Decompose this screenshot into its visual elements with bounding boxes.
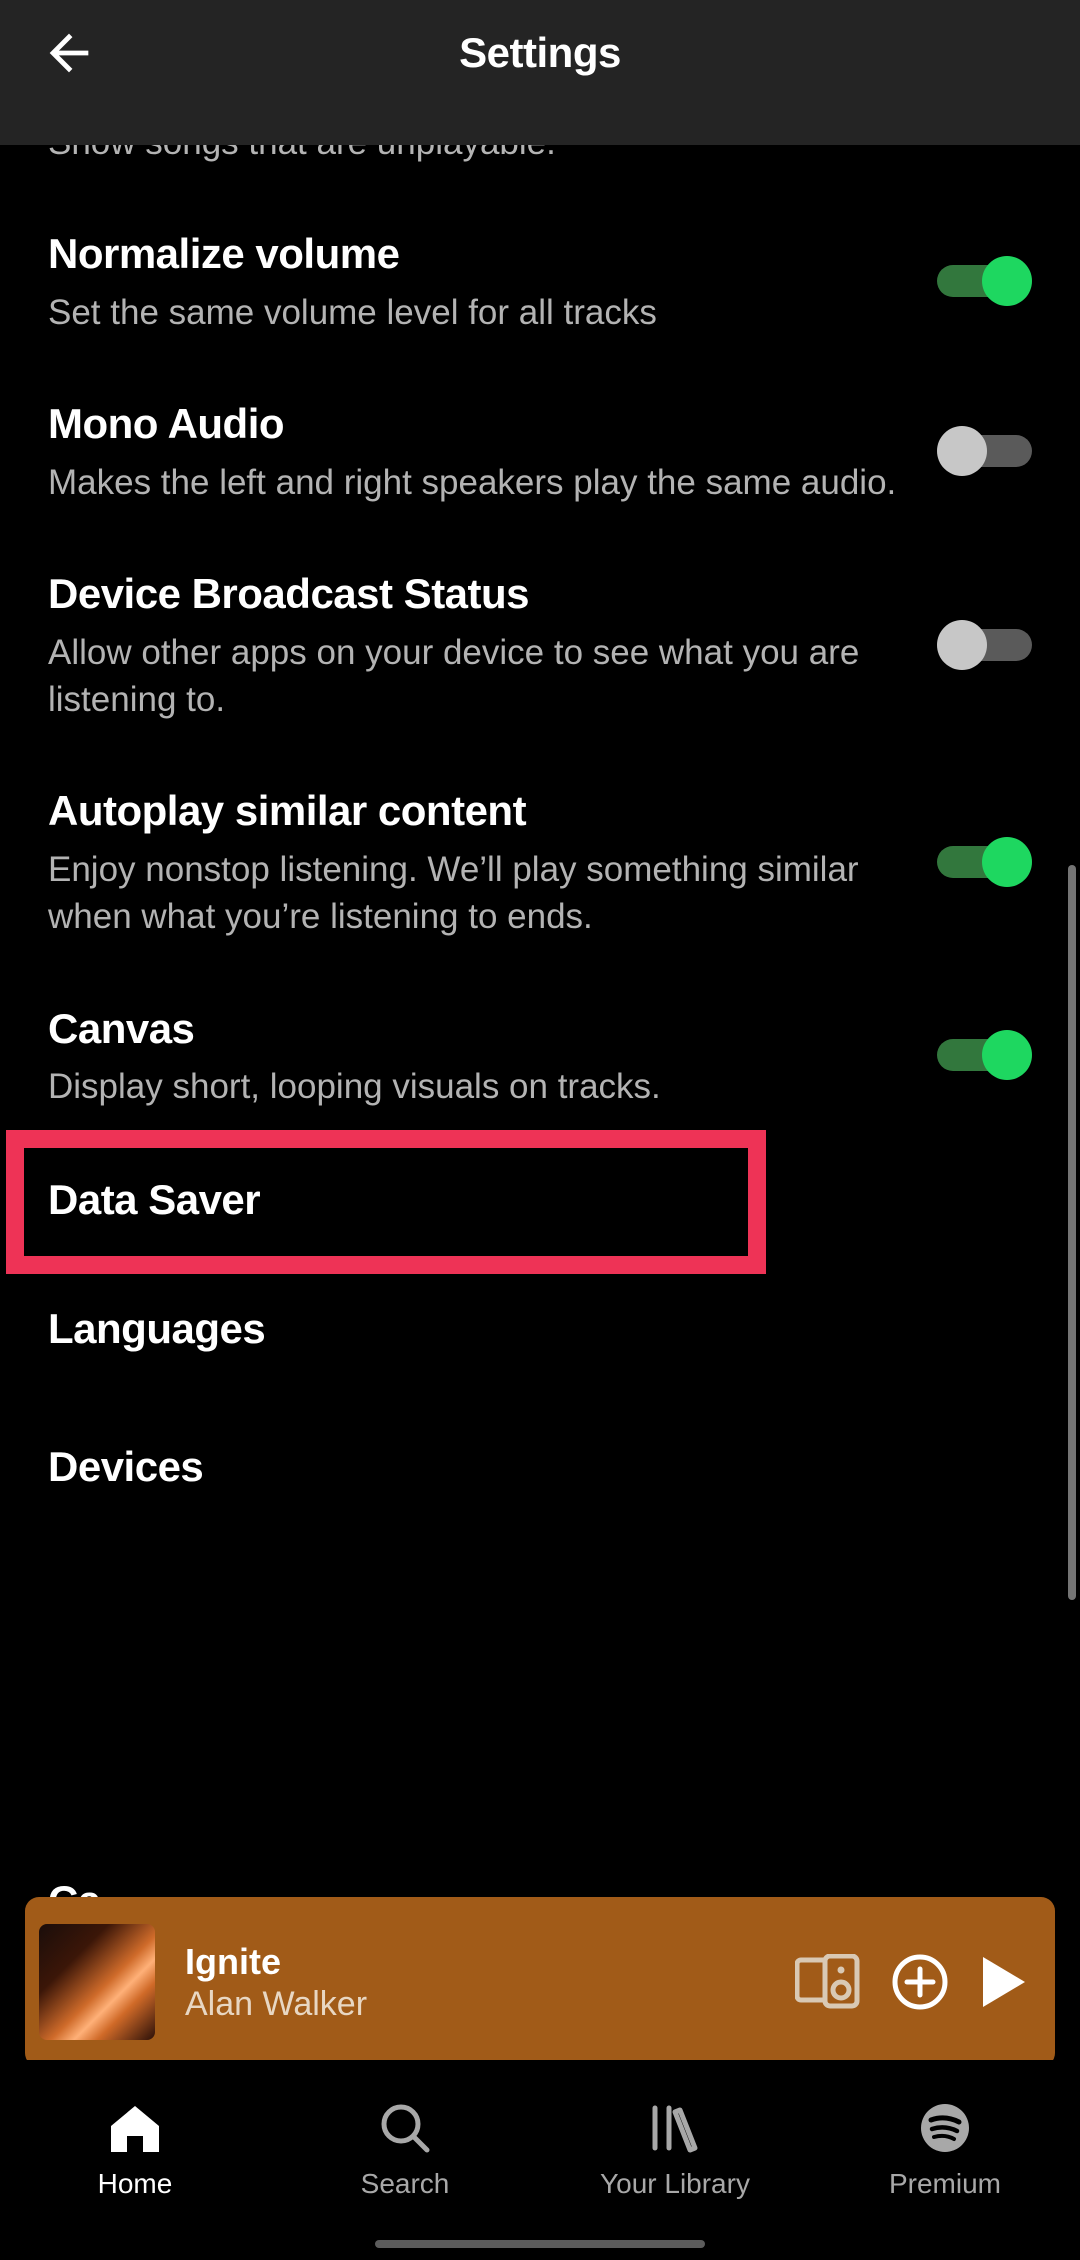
track-title: Ignite [185, 1941, 765, 1983]
setting-description: Set the same volume level for all tracks [48, 289, 897, 336]
setting-description: Display short, looping visuals on tracks… [48, 1063, 897, 1110]
back-button[interactable] [40, 24, 98, 82]
scrollbar-thumb[interactable] [1068, 865, 1076, 1600]
nav-home[interactable]: Home [35, 2100, 235, 2200]
album-art [39, 1924, 155, 2040]
toggle-autoplay[interactable] [937, 834, 1032, 890]
page-title: Settings [98, 29, 982, 77]
arrow-left-icon [40, 24, 98, 82]
play-icon [979, 1955, 1027, 2009]
section-data-saver[interactable]: Data Saver [0, 1148, 1080, 1252]
library-icon [647, 2100, 703, 2156]
search-icon [377, 2100, 433, 2156]
nav-library[interactable]: Your Library [575, 2100, 775, 2200]
setting-description: Makes the left and right speakers play t… [48, 459, 897, 506]
toggle-normalize-volume[interactable] [937, 253, 1032, 309]
nav-label: Home [98, 2168, 173, 2200]
settings-list[interactable]: Show unplayable songs Show songs that ar… [0, 145, 1080, 1897]
toggle-canvas[interactable] [937, 1027, 1032, 1083]
nav-label: Premium [889, 2168, 1001, 2200]
devices-icon [795, 1954, 861, 2010]
connect-devices-button[interactable] [795, 1954, 861, 2010]
toggle-mono-audio[interactable] [937, 423, 1032, 479]
section-title: Data Saver [48, 1176, 1032, 1224]
plus-circle-icon [891, 1953, 949, 2011]
section-languages[interactable]: Languages [0, 1260, 1080, 1398]
toggle-device-broadcast[interactable] [937, 617, 1032, 673]
setting-mono-audio[interactable]: Mono Audio Makes the left and right spea… [0, 366, 1080, 536]
section-title: Languages [48, 1305, 1032, 1353]
nav-label: Your Library [600, 2168, 750, 2200]
section-devices[interactable]: Devices [0, 1398, 1080, 1536]
bottom-nav: Home Search Your Library [0, 2060, 1080, 2260]
setting-title: Normalize volume [48, 226, 897, 283]
now-playing-bar[interactable]: Ignite Alan Walker [25, 1897, 1055, 2067]
setting-description: Show songs that are unplayable. [48, 145, 897, 166]
setting-normalize-volume[interactable]: Normalize volume Set the same volume lev… [0, 196, 1080, 366]
now-playing-text: Ignite Alan Walker [185, 1941, 765, 2024]
spotify-icon [917, 2100, 973, 2156]
setting-description: Enjoy nonstop listening. We’ll play some… [48, 846, 897, 941]
track-artist: Alan Walker [185, 1985, 765, 2024]
setting-title: Mono Audio [48, 396, 897, 453]
setting-unplayable[interactable]: Show unplayable songs Show songs that ar… [0, 145, 1080, 196]
setting-title: Device Broadcast Status [48, 566, 897, 623]
setting-device-broadcast[interactable]: Device Broadcast Status Allow other apps… [0, 536, 1080, 753]
header-bar: Settings [0, 0, 1080, 145]
setting-autoplay[interactable]: Autoplay similar content Enjoy nonstop l… [0, 753, 1080, 970]
add-button[interactable] [891, 1953, 949, 2011]
section-title: Devices [48, 1443, 1032, 1491]
nav-premium[interactable]: Premium [845, 2100, 1045, 2200]
setting-canvas[interactable]: Canvas Display short, looping visuals on… [0, 971, 1080, 1141]
setting-title: Canvas [48, 1001, 897, 1058]
home-indicator [375, 2240, 705, 2248]
nav-search[interactable]: Search [305, 2100, 505, 2200]
setting-title: Autoplay similar content [48, 783, 897, 840]
nav-label: Search [361, 2168, 450, 2200]
play-button[interactable] [979, 1955, 1027, 2009]
setting-description: Allow other apps on your device to see w… [48, 629, 897, 724]
home-icon [107, 2100, 163, 2156]
